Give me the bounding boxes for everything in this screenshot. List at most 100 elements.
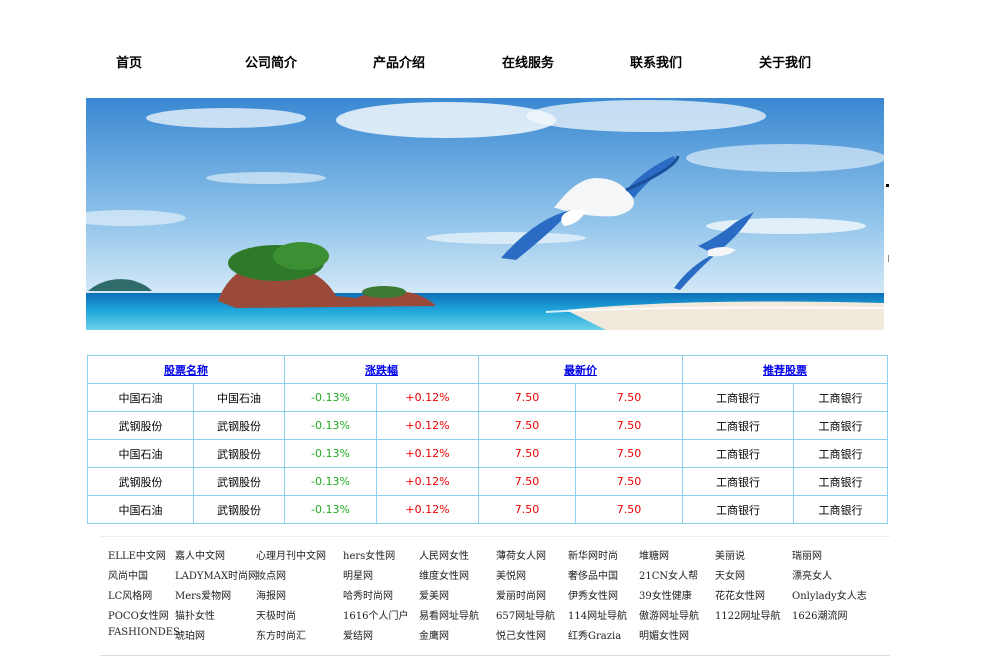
friend-link[interactable]: 明星网 xyxy=(343,567,373,582)
friend-link[interactable]: 奢侈品中国 xyxy=(568,567,618,582)
friend-link[interactable]: 114网址导航 xyxy=(568,607,627,622)
friend-link[interactable]: 爱结网 xyxy=(343,627,373,642)
recommended-cell: 工商银行 xyxy=(793,439,888,468)
recommended-cell: 工商银行 xyxy=(793,383,888,412)
price-cell: 7.50 xyxy=(575,495,683,524)
table-row: 武钢股份 武钢股份 -0.13% +0.12% 7.50 7.50 工商银行 工… xyxy=(87,411,888,440)
friend-link[interactable]: LC风格网 xyxy=(108,587,152,602)
friend-link[interactable]: 漂亮女人 xyxy=(792,567,832,582)
friend-link[interactable]: 风尚中国 xyxy=(108,567,148,582)
friend-link[interactable]: POCO女性网 xyxy=(108,607,169,622)
price-cell: 7.50 xyxy=(575,439,683,468)
stock-name-cell: 中国石油 xyxy=(193,383,285,412)
recommended-cell: 工商银行 xyxy=(682,411,794,440)
recommended-cell: 工商银行 xyxy=(682,467,794,496)
friend-link[interactable]: 39女性健康 xyxy=(639,587,692,602)
friend-link[interactable]: 嘉人中文网 xyxy=(175,547,225,562)
change-down-cell: -0.13% xyxy=(284,495,377,524)
friend-links: ELLE中文网 嘉人中文网 心理月刊中文网 hers女性网 人民网女性 薄荷女人… xyxy=(100,536,890,656)
friend-link[interactable]: 心理月刊中文网 xyxy=(256,547,326,562)
friend-link[interactable]: Mers爱物网 xyxy=(175,587,231,602)
header-stock-name[interactable]: 股票名称 xyxy=(87,355,285,384)
friend-link[interactable]: 明媚女性网 xyxy=(639,627,689,642)
price-cell: 7.50 xyxy=(478,467,576,496)
friend-link[interactable]: 悦己女性网 xyxy=(496,627,546,642)
friend-link[interactable]: 哈秀时尚网 xyxy=(343,587,393,602)
friend-link[interactable]: 657网址导航 xyxy=(496,607,555,622)
friend-link[interactable]: 爱美网 xyxy=(419,587,449,602)
friend-link[interactable]: 维度女性网 xyxy=(419,567,469,582)
change-up-cell: +0.12% xyxy=(376,495,479,524)
link-row: ELLE中文网 嘉人中文网 心理月刊中文网 hers女性网 人民网女性 薄荷女人… xyxy=(100,547,890,567)
change-down-cell: -0.13% xyxy=(284,411,377,440)
friend-link[interactable]: LADYMAX时尚网 xyxy=(175,567,258,582)
price-cell: 7.50 xyxy=(478,411,576,440)
friend-link[interactable]: 猫扑女性 xyxy=(175,607,215,622)
banner-image xyxy=(86,98,884,330)
friend-link[interactable]: 傲游网址导航 xyxy=(639,607,699,622)
friend-link[interactable]: 天极时尚 xyxy=(256,607,296,622)
header-change-percent[interactable]: 涨跌幅 xyxy=(284,355,479,384)
change-down-cell: -0.13% xyxy=(284,439,377,468)
friend-link[interactable]: 天女网 xyxy=(715,567,745,582)
friend-link[interactable]: 堆糖网 xyxy=(639,547,669,562)
main-nav: 首页 公司简介 产品介绍 在线服务 联系我们 关于我们 xyxy=(0,52,1008,72)
price-cell: 7.50 xyxy=(478,495,576,524)
nav-contact[interactable]: 联系我们 xyxy=(630,52,682,71)
price-cell: 7.50 xyxy=(478,439,576,468)
nav-about[interactable]: 关于我们 xyxy=(759,52,811,71)
link-row: POCO女性网 猫扑女性 天极时尚 1616个人门户 易看网址导航 657网址导… xyxy=(100,607,890,627)
stock-name-cell: 武钢股份 xyxy=(87,411,194,440)
friend-link[interactable]: 琥珀网 xyxy=(175,627,205,642)
friend-link[interactable]: hers女性网 xyxy=(343,547,395,562)
friend-link[interactable]: 易看网址导航 xyxy=(419,607,479,622)
stock-name-cell: 中国石油 xyxy=(87,383,194,412)
friend-link[interactable]: 1616个人门户 xyxy=(343,607,408,622)
link-row: LC风格网 Mers爱物网 海报网 哈秀时尚网 爱美网 爱丽时尚网 伊秀女性网 … xyxy=(100,587,890,607)
price-cell: 7.50 xyxy=(575,411,683,440)
friend-link[interactable]: 薄荷女人网 xyxy=(496,547,546,562)
friend-link[interactable]: 红秀Grazia xyxy=(568,627,621,642)
recommended-cell: 工商银行 xyxy=(793,495,888,524)
recommended-cell: 工商银行 xyxy=(793,467,888,496)
seagull-beach-icon xyxy=(86,98,884,330)
stock-name-cell: 武钢股份 xyxy=(193,467,285,496)
nav-company-intro[interactable]: 公司简介 xyxy=(245,52,297,71)
link-row: 风尚中国 LADYMAX时尚网 妆点网 明星网 维度女性网 美悦网 奢侈品中国 … xyxy=(100,567,890,587)
friend-link[interactable]: FASHIONDES xyxy=(108,627,180,638)
stock-name-cell: 武钢股份 xyxy=(193,411,285,440)
friend-link[interactable]: Onlylady女人志 xyxy=(792,587,867,602)
friend-link[interactable]: 1626潮流网 xyxy=(792,607,847,622)
header-recommended[interactable]: 推荐股票 xyxy=(682,355,888,384)
change-up-cell: +0.12% xyxy=(376,383,479,412)
recommended-cell: 工商银行 xyxy=(793,411,888,440)
friend-link[interactable]: 人民网女性 xyxy=(419,547,469,562)
friend-link[interactable]: 金鹰网 xyxy=(419,627,449,642)
friend-link[interactable]: 海报网 xyxy=(256,587,286,602)
stock-name-cell: 武钢股份 xyxy=(193,495,285,524)
friend-link[interactable]: 新华网时尚 xyxy=(568,547,618,562)
friend-link[interactable]: 花花女性网 xyxy=(715,587,765,602)
stock-name-cell: 武钢股份 xyxy=(87,467,194,496)
link-row: FASHIONDES 琥珀网 东方时尚汇 爱结网 金鹰网 悦己女性网 红秀Gra… xyxy=(100,627,890,647)
friend-link[interactable]: 21CN女人帮 xyxy=(639,567,698,582)
nav-products[interactable]: 产品介绍 xyxy=(373,52,425,71)
table-row: 中国石油 武钢股份 -0.13% +0.12% 7.50 7.50 工商银行 工… xyxy=(87,495,888,524)
friend-link[interactable]: 妆点网 xyxy=(256,567,286,582)
friend-link[interactable]: ELLE中文网 xyxy=(108,547,166,562)
stock-table: 股票名称 涨跌幅 最新价 推荐股票 中国石油 中国石油 -0.13% +0.12… xyxy=(87,355,888,524)
friend-link[interactable]: 瑞丽网 xyxy=(792,547,822,562)
stock-name-cell: 武钢股份 xyxy=(193,439,285,468)
recommended-cell: 工商银行 xyxy=(682,439,794,468)
side-tick xyxy=(888,255,889,262)
friend-link[interactable]: 1122网址导航 xyxy=(715,607,780,622)
nav-online-service[interactable]: 在线服务 xyxy=(502,52,554,71)
price-cell: 7.50 xyxy=(575,467,683,496)
friend-link[interactable]: 美悦网 xyxy=(496,567,526,582)
friend-link[interactable]: 东方时尚汇 xyxy=(256,627,306,642)
nav-home[interactable]: 首页 xyxy=(116,52,142,71)
friend-link[interactable]: 爱丽时尚网 xyxy=(496,587,546,602)
header-latest-price[interactable]: 最新价 xyxy=(478,355,683,384)
friend-link[interactable]: 美丽说 xyxy=(715,547,745,562)
friend-link[interactable]: 伊秀女性网 xyxy=(568,587,618,602)
